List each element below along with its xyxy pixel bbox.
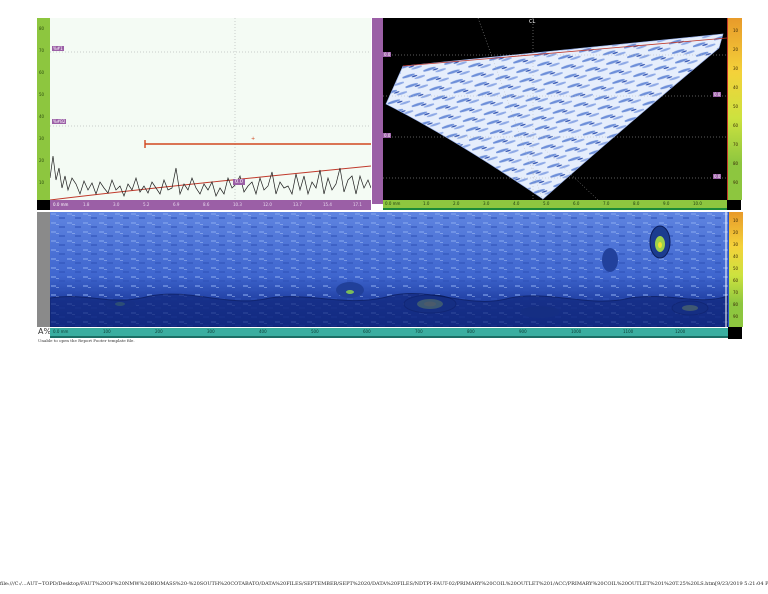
cscan-x-tick: 1100 — [623, 329, 634, 334]
cscan-right-tick: 50 — [733, 266, 739, 271]
sscan-x-tick: 3.0 — [483, 201, 490, 206]
ascan-corner-box — [37, 200, 50, 210]
ascan-y-tick: 50 — [39, 92, 45, 97]
ascan-x-tick: 1.8 — [83, 202, 90, 207]
sscan-marker[interactable]: 0.0 — [713, 92, 722, 97]
sscan-x-tick: 2.0 — [453, 201, 460, 206]
sscan-x-tick: 5.0 — [543, 201, 550, 206]
sscan-axis-start-label: 0.0 mm — [385, 201, 401, 206]
report-footer-message: Unable to open the Report Footer templat… — [38, 338, 135, 343]
cscan-right-tick: 80 — [733, 302, 739, 307]
sscan-right-tick: 10 — [733, 28, 739, 33]
cscan-x-tick: 100 — [103, 329, 111, 334]
cscan-right-tick: 10 — [733, 218, 739, 223]
cscan-corner-box — [728, 327, 742, 339]
ascan-x-tick: 3.0 — [113, 202, 120, 207]
ascan-left-ruler[interactable] — [37, 18, 50, 200]
cscan-contour-band — [50, 293, 728, 327]
ascan-x-tick: 8.6 — [203, 202, 210, 207]
ascan-plot-background — [50, 18, 371, 200]
cscan-x-tick: 1000 — [571, 329, 582, 334]
sscan-right-tick: 40 — [733, 85, 739, 90]
panel-divider[interactable] — [372, 18, 383, 204]
sscan-marker[interactable]: 0.0 — [383, 52, 392, 57]
cscan-right-tick: 70 — [733, 290, 739, 295]
page-footer-path: file:///C:/...AUT~TOPD/Desktop/FAUT%20OF… — [0, 581, 768, 587]
ascan-cursor-value[interactable]: 0.0 — [233, 179, 245, 185]
sscan-plot[interactable] — [383, 18, 727, 200]
sscan-right-tick: 50 — [733, 104, 739, 109]
sscan-x-tick: 4.0 — [513, 201, 520, 206]
cscan-x-tick: 700 — [415, 329, 423, 334]
sscan-x-tick: 9.0 — [663, 201, 670, 206]
cscan-x-tick: 400 — [259, 329, 267, 334]
ascan-panel: 80 70 60 50 40 30 20 10 %#1 %#B2 + 0.0 0.0 mm 1… — [37, 18, 373, 212]
cscan-x-tick: 1200 — [675, 329, 686, 334]
cscan-x-tick: 900 — [519, 329, 527, 334]
cscan-right-tick: 30 — [733, 242, 739, 247]
cscan-x-tick: 300 — [207, 329, 215, 334]
ascan-x-tick: 5.2 — [143, 202, 150, 207]
cscan-left-ruler[interactable] — [37, 212, 50, 327]
cscan-right-tick: 40 — [733, 254, 739, 259]
sscan-bottom-ruler[interactable] — [383, 200, 727, 210]
sscan-x-tick: 8.0 — [633, 201, 640, 206]
ascan-y-tick: 60 — [39, 70, 45, 75]
cscan-axis-start-label: 0.0 mm — [53, 329, 69, 334]
cscan-right-tick: 20 — [733, 230, 739, 235]
sscan-panel: CL 0.0 0.0 0.0 0.0 0.0 mm 1.0 2.0 3.0 4.0 5.… — [383, 18, 743, 212]
ascan-gate-mark: + — [251, 136, 256, 142]
ascan-x-tick: 13.7 — [293, 202, 302, 207]
ascan-x-tick: 15.4 — [323, 202, 332, 207]
cscan-right-tick: 60 — [733, 278, 739, 283]
sscan-right-tick: 90 — [733, 180, 739, 185]
sscan-x-tick: 6.0 — [573, 201, 580, 206]
ascan-plot[interactable] — [50, 18, 371, 200]
sscan-x-tick: 1.0 — [423, 201, 430, 206]
ascan-axis-start-label: 0.0 mm — [53, 202, 69, 207]
sscan-corner-box — [727, 200, 741, 210]
cscan-x-tick: 600 — [363, 329, 371, 334]
sscan-right-tick: 80 — [733, 161, 739, 166]
ascan-y-tick: 30 — [39, 136, 45, 141]
ascan-x-tick: 12.0 — [263, 202, 272, 207]
ascan-y-tick: 40 — [39, 114, 45, 119]
cscan-image[interactable] — [50, 212, 728, 327]
cscan-right-tick: 90 — [733, 314, 739, 319]
sscan-x-tick: 10.0 — [693, 201, 702, 206]
ascan-y-tick: 10 — [39, 180, 45, 185]
sscan-right-tick: 70 — [733, 142, 739, 147]
sscan-right-tick: 20 — [733, 47, 739, 52]
cscan-x-tick: 200 — [155, 329, 163, 334]
ascan-y-tick: 70 — [39, 48, 45, 53]
sscan-right-tick: 30 — [733, 66, 739, 71]
ascan-y-tick: 80 — [39, 26, 45, 31]
sscan-marker[interactable]: 0.0 — [713, 174, 722, 179]
ascan-x-tick: 10.3 — [233, 202, 242, 207]
cscan-x-tick: 800 — [467, 329, 475, 334]
sscan-marker[interactable]: 0.0 — [383, 133, 392, 138]
sscan-cl-label: CL — [529, 19, 536, 25]
gate-b-label[interactable]: %#B2 — [52, 119, 67, 124]
ascan-x-tick: 17.1 — [353, 202, 362, 207]
cscan-panel: 10 20 30 40 50 60 70 80 90 A% 0.0 mm 100 200 300 40… — [37, 212, 743, 342]
sscan-right-tick: 60 — [733, 123, 739, 128]
sscan-right-ruler[interactable] — [727, 18, 742, 200]
gate-a-label[interactable]: %#1 — [52, 46, 64, 51]
cscan-x-tick: 500 — [311, 329, 319, 334]
ascan-x-tick: 6.9 — [173, 202, 180, 207]
ascan-y-tick: 20 — [39, 158, 45, 163]
sscan-x-tick: 7.0 — [603, 201, 610, 206]
